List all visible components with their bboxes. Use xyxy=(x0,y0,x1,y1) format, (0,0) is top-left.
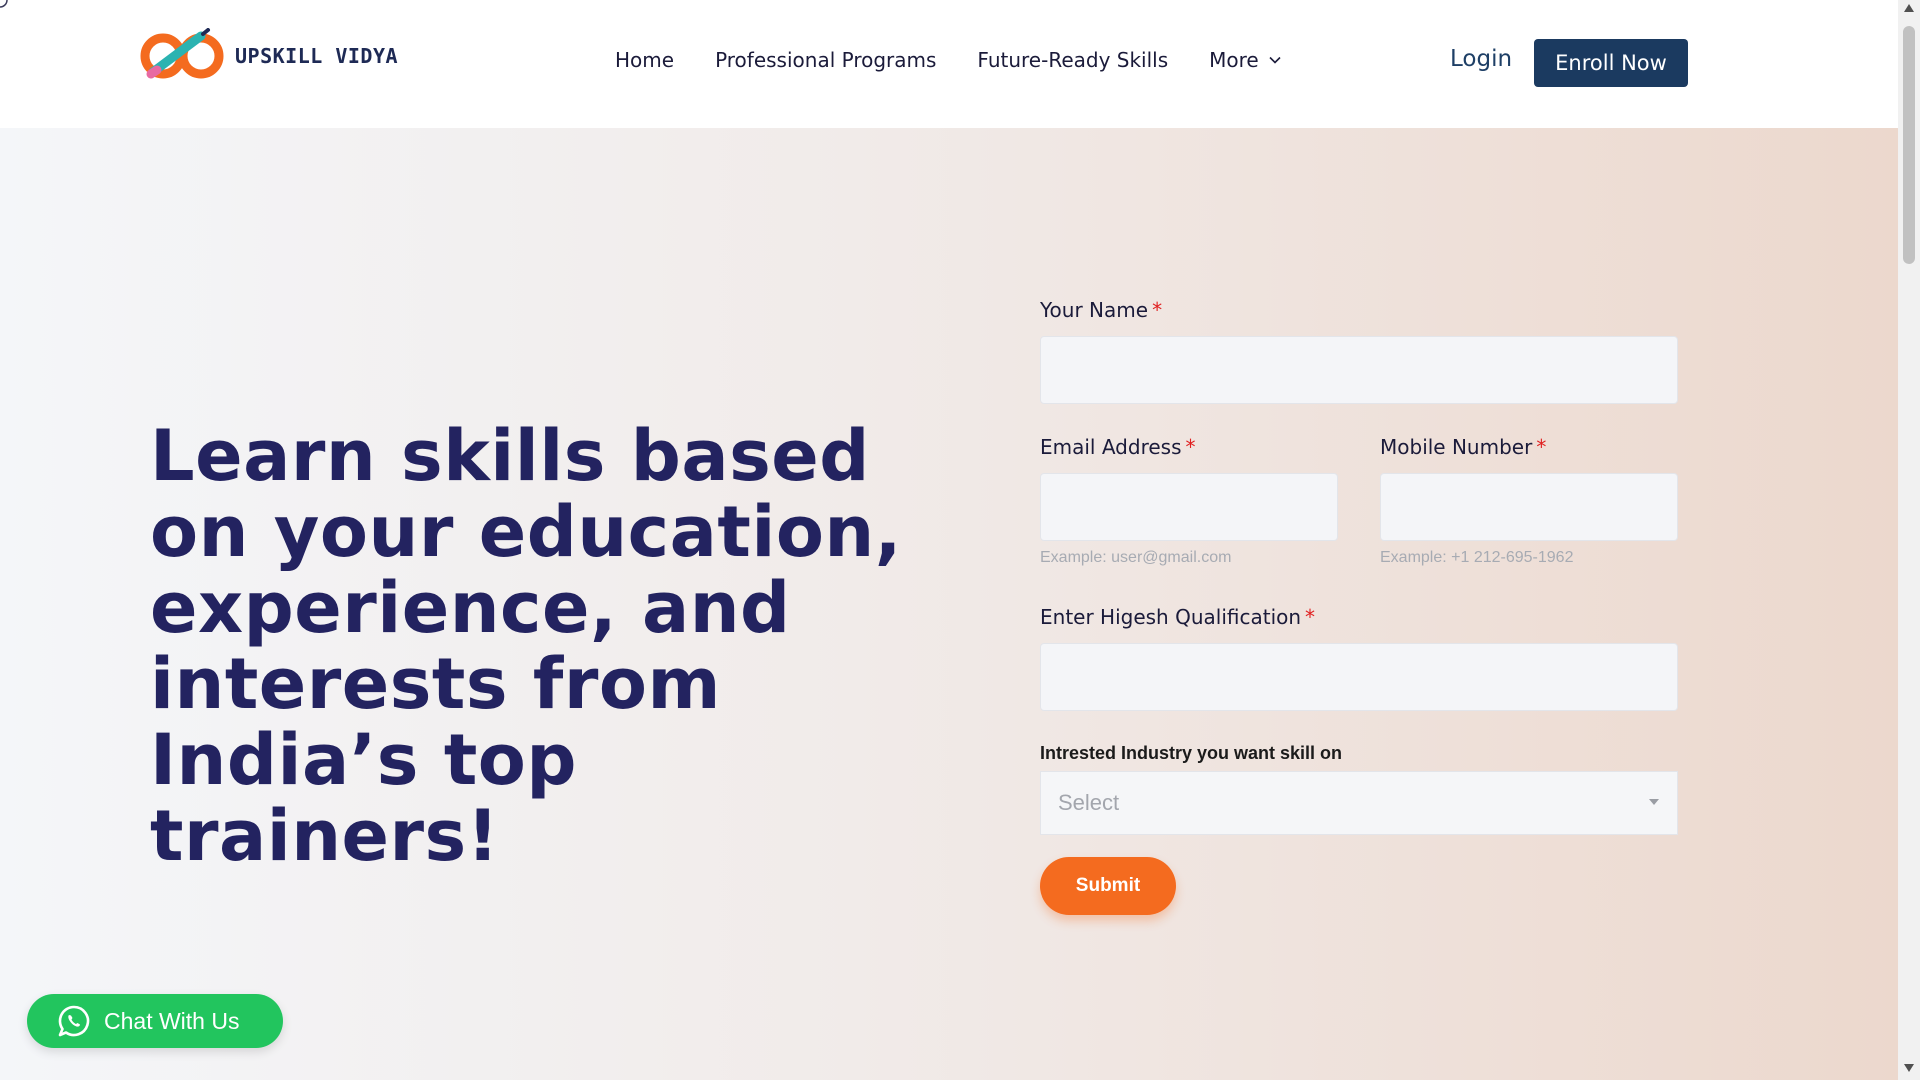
name-input[interactable] xyxy=(1040,336,1678,404)
scroll-up-icon[interactable] xyxy=(1904,4,1914,12)
site-header: UPSKILL VIDYA Home Professional Programs… xyxy=(0,0,1898,128)
qualification-label-text: Enter Higesh Qualification xyxy=(1040,605,1302,629)
chat-with-us-label: Chat With Us xyxy=(104,1007,240,1034)
industry-label: Intrested Industry you want skill on xyxy=(1040,743,1343,763)
mobile-label: Mobile Number * xyxy=(1380,435,1546,459)
mobile-input[interactable] xyxy=(1380,473,1678,541)
email-input[interactable] xyxy=(1040,473,1338,541)
logo[interactable]: UPSKILL VIDYA xyxy=(139,28,398,84)
chat-with-us-button[interactable]: Chat With Us xyxy=(27,994,283,1048)
email-helper: Example: user@gmail.com xyxy=(1040,549,1232,566)
loading-spinner-icon xyxy=(0,0,8,8)
email-label-text: Email Address xyxy=(1040,435,1182,459)
chevron-down-icon xyxy=(1269,56,1281,64)
enroll-now-button[interactable]: Enroll Now xyxy=(1534,39,1688,87)
scrollbar[interactable] xyxy=(1898,0,1920,1080)
qualification-input[interactable] xyxy=(1040,643,1678,711)
scroll-down-icon[interactable] xyxy=(1904,1064,1914,1072)
name-label-text: Your Name xyxy=(1040,298,1149,322)
nav-home[interactable]: Home xyxy=(615,48,674,72)
nav-more[interactable]: More xyxy=(1209,48,1281,72)
submit-button[interactable]: Submit xyxy=(1040,857,1176,915)
nav-professional-programs[interactable]: Professional Programs xyxy=(715,48,936,72)
select-caret-icon xyxy=(1649,799,1659,805)
hero-section: Learn skills based on your education, ex… xyxy=(0,128,1898,1080)
email-label: Email Address * xyxy=(1040,435,1196,459)
mobile-label-text: Mobile Number xyxy=(1380,435,1533,459)
required-mark: * xyxy=(1305,605,1316,629)
login-link[interactable]: Login xyxy=(1450,46,1512,72)
logo-infinity-icon xyxy=(140,28,224,79)
industry-select-value: Select xyxy=(1058,790,1120,815)
qualification-label: Enter Higesh Qualification * xyxy=(1040,605,1315,629)
hero-headline: Learn skills based on your education, ex… xyxy=(150,415,902,877)
mobile-helper: Example: +1 212-695-1962 xyxy=(1380,549,1574,566)
logo-text: UPSKILL VIDYA xyxy=(235,44,399,68)
required-mark: * xyxy=(1152,298,1163,322)
scroll-thumb[interactable] xyxy=(1903,26,1915,264)
nav-more-label: More xyxy=(1209,48,1259,72)
nav-future-ready-skills[interactable]: Future-Ready Skills xyxy=(977,48,1168,72)
required-mark: * xyxy=(1185,435,1196,459)
whatsapp-icon xyxy=(57,1004,91,1038)
industry-select[interactable]: Select xyxy=(1040,771,1678,835)
main-nav: Home Professional Programs Future-Ready … xyxy=(615,48,1322,72)
required-mark: * xyxy=(1536,435,1547,459)
name-label: Your Name * xyxy=(1040,298,1162,322)
